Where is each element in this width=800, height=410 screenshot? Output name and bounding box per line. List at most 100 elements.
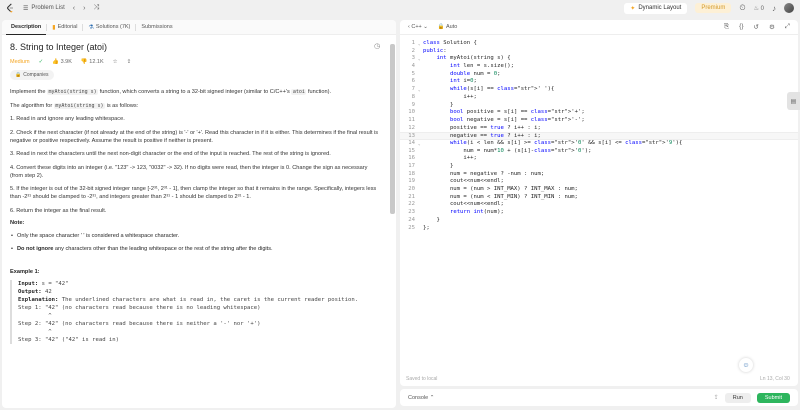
code-line[interactable]: 23 return int(num); xyxy=(400,209,798,217)
code-line[interactable]: 6 int i=0; xyxy=(400,78,798,86)
code-line[interactable]: 17 } xyxy=(400,163,798,171)
code-line[interactable]: 16 i++; xyxy=(400,155,798,163)
code-line[interactable]: 4 int len = s.size(); xyxy=(400,63,798,71)
settings-icon[interactable]: ⚙ xyxy=(769,23,775,31)
code-text: i++; xyxy=(423,93,477,100)
next-problem-icon[interactable]: › xyxy=(83,5,85,12)
language-select[interactable]: ‹ C++ ⌄ xyxy=(408,24,428,30)
code-area[interactable]: 1 ⌄ class Solution {2 public: 3 ⌄ int myAtoi(… xyxy=(400,40,798,232)
premium-button[interactable]: Premium xyxy=(695,3,732,13)
console-toggle[interactable]: Console ⌃ xyxy=(408,395,434,401)
code-line[interactable]: 14 ⌄ while(i < len && s[i] >= class="str"… xyxy=(400,140,798,148)
code-line[interactable]: 9 } xyxy=(400,102,798,110)
streak-count: 0 xyxy=(760,5,764,12)
streak-fire-icon[interactable]: ♨ 0 xyxy=(754,5,764,12)
tab-description[interactable]: Description xyxy=(6,20,47,35)
thumbs-up-icon: 👍 xyxy=(52,59,60,65)
tab-solutions[interactable]: ⚗ Solutions (7K) xyxy=(83,20,135,35)
code-text: positive == true ? i++ : i; xyxy=(423,124,541,131)
run-button[interactable]: Run xyxy=(724,392,751,403)
prev-problem-icon[interactable]: ‹ xyxy=(73,5,75,12)
code-line[interactable]: 20 num = (num > INT_MAX) ? INT_MAX : num… xyxy=(400,186,798,194)
code-line[interactable]: 10 bool positive = s[i] == class="str">'… xyxy=(400,109,798,117)
clock-icon[interactable]: ◷ xyxy=(374,42,380,50)
line-number: 5 xyxy=(411,70,415,77)
like-button[interactable]: 👍 3.9K xyxy=(52,59,72,65)
code-line[interactable]: 12 positive == true ? i++ : i; xyxy=(400,125,798,133)
line-number: 24 xyxy=(408,216,415,223)
code-text: bool positive = s[i] == class="str">'+'; xyxy=(449,109,585,116)
bell-icon[interactable]: ♪ xyxy=(772,4,776,13)
example-heading: Example 1: xyxy=(10,269,40,275)
flask-icon: ⚗ xyxy=(88,24,94,31)
companies-tag[interactable]: 🔒 Companies xyxy=(10,70,54,80)
description-scrollbar[interactable] xyxy=(390,44,395,214)
console-bar: Console ⌃ ⇪ Run Submit xyxy=(400,389,798,406)
code-text: } xyxy=(423,216,440,223)
code-line[interactable]: 3 ⌄ int myAtoi(string s) { xyxy=(400,55,798,63)
line-number: 14 xyxy=(408,139,415,146)
code-line[interactable]: 25}; xyxy=(400,225,798,233)
code-text: bool negative = s[i] == class="str">'-'; xyxy=(449,116,585,123)
line-number: 2 xyxy=(411,47,415,54)
code-text: negative == true ? i++ : i; xyxy=(423,133,541,140)
dislike-button[interactable]: 👎 12.1K xyxy=(81,59,104,65)
code-line[interactable]: 19 cout<<num<<endl; xyxy=(400,178,798,186)
code-text: }; xyxy=(423,224,430,231)
auto-toggle[interactable]: 🔒 Auto xyxy=(438,24,457,30)
intro-paragraph: Implement the myAtoi(string s) function,… xyxy=(10,89,332,95)
code-line[interactable]: 7 ⌄ while(s[i] == class="str">' '){ xyxy=(400,86,798,94)
braces-icon[interactable]: {} xyxy=(739,23,743,31)
line-number: 16 xyxy=(408,155,415,162)
code-text: double num = 0; xyxy=(449,70,501,77)
share-icon[interactable]: ⇪ xyxy=(127,59,132,65)
chat-icon[interactable]: ☺ xyxy=(739,358,753,372)
code-line[interactable]: 22 cout<<num<<endl; xyxy=(400,201,798,209)
upload-icon[interactable]: ⇪ xyxy=(714,394,719,401)
leetcode-logo-icon[interactable] xyxy=(6,3,15,13)
code-line[interactable]: 11 bool negative = s[i] == class="str">'… xyxy=(400,117,798,125)
tab-submissions[interactable]: Submissions xyxy=(136,20,177,35)
code-line[interactable]: 13 negative == true ? i++ : i; xyxy=(400,132,798,140)
line-number: 19 xyxy=(408,178,415,185)
code-text: } xyxy=(423,163,454,169)
notes-side-icon[interactable]: ▤ xyxy=(787,92,800,110)
example-block: Input: s = "42" Output: 42 Explanation: … xyxy=(10,280,382,344)
code-text: cout<<num<<endl; xyxy=(423,201,504,208)
submit-button[interactable]: Submit xyxy=(756,392,790,403)
code-line[interactable]: 5 double num = 0; xyxy=(400,71,798,79)
avatar[interactable] xyxy=(784,3,794,13)
shuffle-icon[interactable]: ⤨ xyxy=(93,4,99,12)
line-number: 13 xyxy=(408,133,415,140)
step-3: 3. Read in next the characters until the… xyxy=(10,151,331,157)
code-text: cout<<num<<endl; xyxy=(423,178,504,185)
tab-editorial[interactable]: ▮ Editorial xyxy=(47,20,82,35)
bookmark-icon[interactable]: ⎘ xyxy=(724,23,729,31)
star-icon[interactable]: ☆ xyxy=(113,59,118,65)
step-2: 2. Check if the next character (if not a… xyxy=(10,129,379,144)
fullscreen-icon[interactable]: ⤢ xyxy=(785,23,790,31)
line-number: 21 xyxy=(408,193,415,200)
timer-icon[interactable]: ⏲ xyxy=(739,3,745,13)
code-line[interactable]: 18 num = negative ? -num : num; xyxy=(400,171,798,179)
line-number: 4 xyxy=(411,63,415,70)
problem-meta: Medium ✓ 👍 3.9K 👎 12.1K ☆ ⇪ xyxy=(10,59,382,65)
solved-check-icon: ✓ xyxy=(38,59,44,65)
code-line[interactable]: 2 public: xyxy=(400,48,798,56)
line-number: 18 xyxy=(408,170,415,177)
code-line[interactable]: 15 num = num*10 + (s[i]-class="str">'0')… xyxy=(400,148,798,156)
description-panel: Description ▮ Editorial ⚗ Solutions (7K) S… xyxy=(2,20,396,408)
problem-list-button[interactable]: ☰ Problem List xyxy=(23,5,65,12)
code-line[interactable]: 24 } xyxy=(400,217,798,225)
code-text: num = (num < INT_MIN) ? INT_MIN : num; xyxy=(423,193,578,200)
code-line[interactable]: 8 i++; xyxy=(400,94,798,102)
dynamic-layout-button[interactable]: ✦ Dynamic Layout xyxy=(624,2,688,14)
line-number: 6 xyxy=(411,78,415,85)
algorithm-paragraph: The algorithm for myAtoi(string s) is as… xyxy=(10,102,139,109)
reset-icon[interactable]: ↺ xyxy=(754,23,759,31)
code-line[interactable]: 21 num = (num < INT_MIN) ? INT_MIN : num… xyxy=(400,194,798,202)
line-number: 20 xyxy=(408,186,415,193)
editor-toolbar: ‹ C++ ⌄ 🔒 Auto ⎘ {} ↺ ⚙ ⤢ xyxy=(400,20,798,35)
code-line[interactable]: 1 ⌄ class Solution { xyxy=(400,40,798,48)
note-item: Only the space character ' ' is consider… xyxy=(10,232,382,240)
